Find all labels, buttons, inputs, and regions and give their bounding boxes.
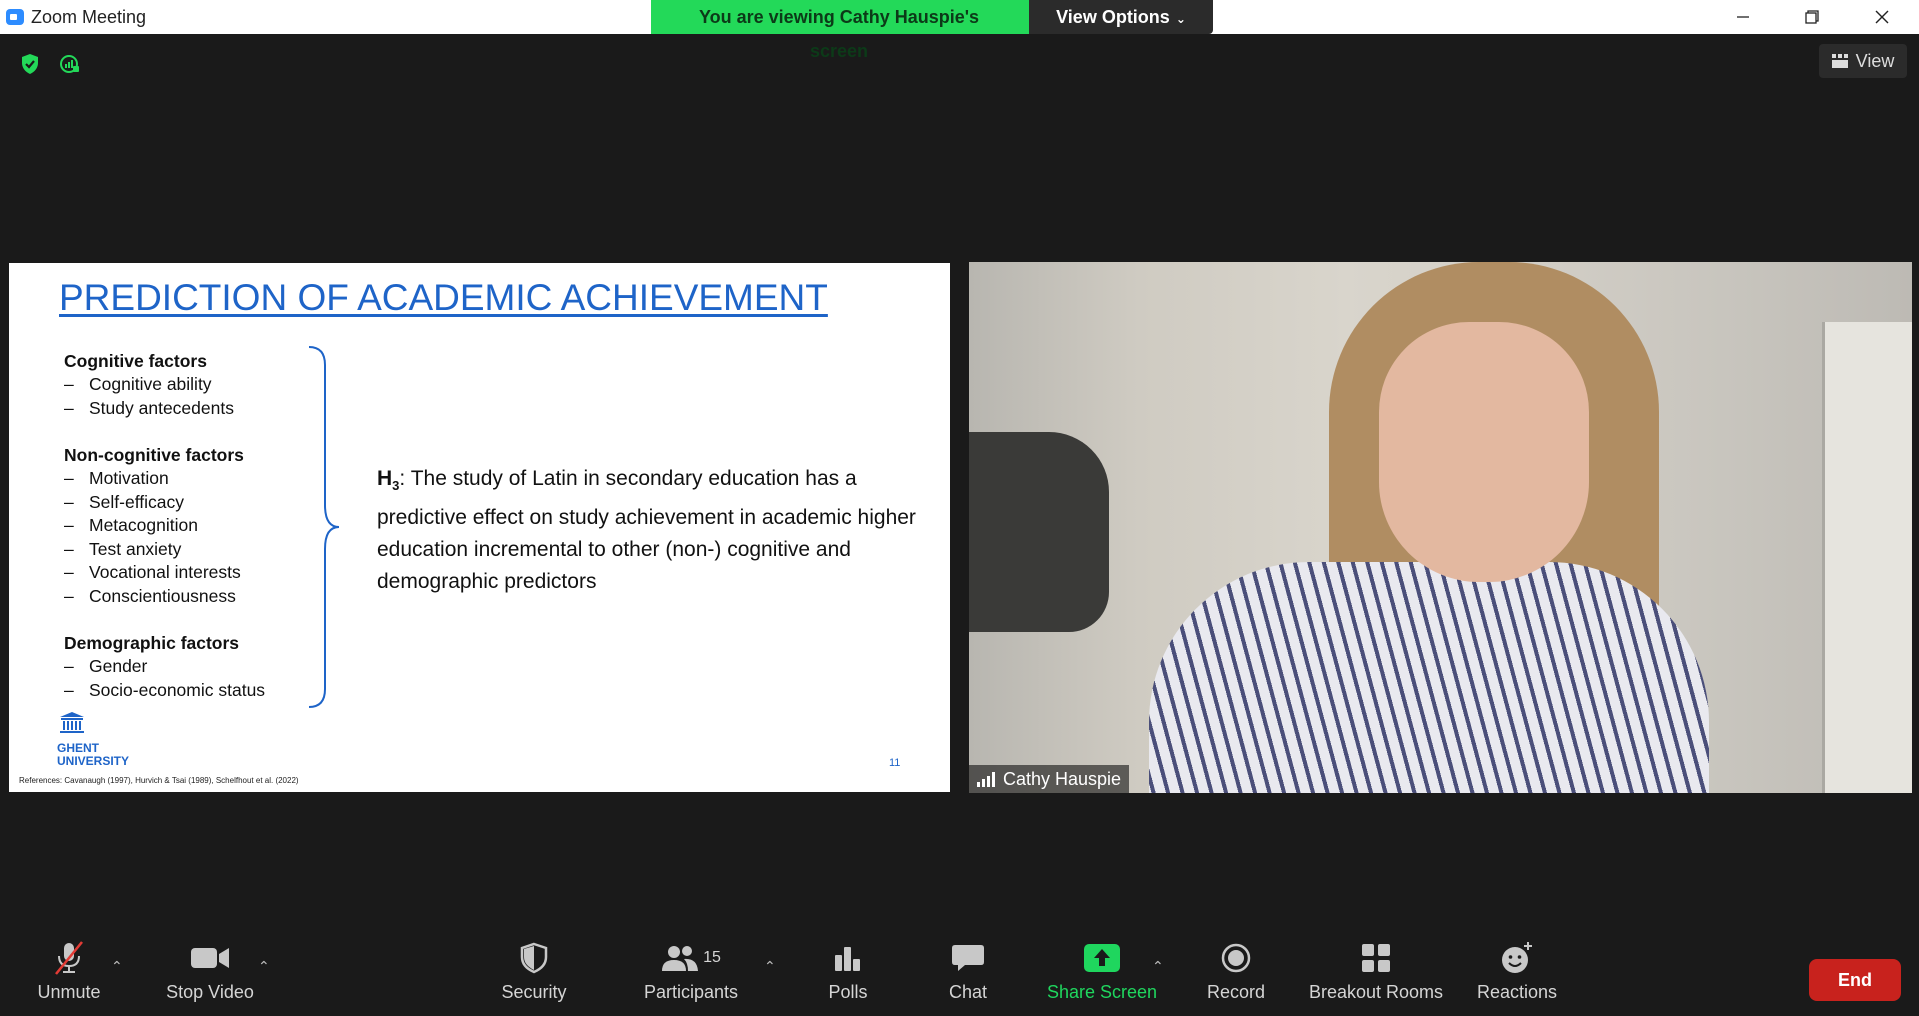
viewing-banner: You are viewing Cathy Hauspie's screen V… [651, 0, 1213, 61]
list-item: Metacognition [64, 514, 265, 538]
window-title: Zoom Meeting [31, 7, 147, 27]
logo-line-2: UNIVERSITY [57, 754, 130, 768]
slide-references: References: Cavanaugh (1997), Hurvich & … [19, 776, 299, 785]
share-screen-label: Share Screen [1046, 982, 1158, 1002]
participants-button[interactable]: 15 Participants [636, 936, 746, 1016]
list-item: Conscientiousness [64, 585, 265, 609]
polls-button[interactable]: Polls [808, 936, 888, 1016]
participants-count: 15 [703, 949, 721, 966]
end-meeting-button[interactable]: End [1809, 959, 1901, 1001]
list-item: Test anxiety [64, 538, 265, 562]
muted-microphone-icon [55, 941, 83, 975]
factor-group-cognitive: Cognitive factors Cognitive ability Stud… [64, 349, 265, 420]
participant-shirt [1149, 562, 1709, 793]
chat-label: Chat [948, 982, 988, 1002]
meeting-status-icons [18, 52, 82, 76]
close-icon [1875, 10, 1889, 24]
list-item: Motivation [64, 467, 265, 491]
connection-status-icon[interactable] [58, 52, 82, 76]
list-item: Self-efficacy [64, 491, 265, 515]
meeting-toolbar: Unmute ⌃ Stop Video ⌃ Security 15 Partic… [0, 936, 1919, 1016]
viewing-screen-notice: You are viewing Cathy Hauspie's screen [651, 0, 1029, 61]
shared-screen-slide: PREDICTION OF ACADEMIC ACHIEVEMENT Cogni… [9, 263, 950, 792]
minimize-icon [1737, 16, 1749, 18]
participants-options-caret-icon[interactable]: ⌃ [764, 958, 776, 975]
unmute-label: Unmute [37, 982, 101, 1002]
hypothesis-label: H [377, 467, 393, 490]
security-button[interactable]: Security [494, 936, 574, 1016]
list-item: Study antecedents [64, 397, 265, 421]
close-button[interactable] [1853, 0, 1911, 34]
participant-face [1379, 322, 1589, 582]
view-options-button[interactable]: View Options ⌄ [1029, 0, 1213, 34]
list-item: Gender [64, 655, 265, 679]
record-icon [1221, 943, 1251, 973]
share-options-caret-icon[interactable]: ⌃ [1152, 958, 1164, 975]
audio-options-caret-icon[interactable]: ⌃ [111, 958, 123, 975]
breakout-rooms-icon [1362, 944, 1390, 972]
record-label: Record [1206, 982, 1266, 1002]
encryption-shield-icon[interactable] [18, 52, 42, 76]
title-bar: Zoom Meeting You are viewing Cathy Hausp… [0, 0, 1919, 61]
video-options-caret-icon[interactable]: ⌃ [258, 958, 270, 975]
reactions-button[interactable]: Reactions [1470, 936, 1564, 1016]
video-camera-icon [191, 948, 229, 968]
view-label: View [1855, 50, 1895, 71]
reactions-label: Reactions [1476, 982, 1558, 1002]
list-item: Cognitive ability [64, 373, 265, 397]
view-layout-button[interactable]: View [1819, 44, 1907, 78]
polls-bar-chart-icon [835, 947, 860, 971]
factor-list: Cognitive factors Cognitive ability Stud… [64, 349, 265, 725]
share-screen-button[interactable]: Share Screen [1042, 936, 1162, 1016]
university-building-icon [60, 712, 84, 733]
video-background-chair [969, 432, 1109, 632]
polls-label: Polls [828, 982, 868, 1002]
participant-name-tag: Cathy Hauspie [969, 765, 1130, 793]
record-button[interactable]: Record [1196, 936, 1276, 1016]
group-title: Cognitive factors [64, 351, 207, 371]
grid-view-icon [1831, 54, 1848, 68]
chat-bubble-icon [952, 945, 984, 971]
chat-button[interactable]: Chat [928, 936, 1008, 1016]
end-label: End [1838, 969, 1872, 990]
breakout-rooms-label: Breakout Rooms [1308, 982, 1444, 1002]
video-background-door [1822, 322, 1912, 793]
signal-strength-icon [977, 771, 995, 787]
security-label: Security [501, 982, 567, 1002]
factor-group-demographic: Demographic factors Gender Socio-economi… [64, 631, 265, 702]
zoom-logo-icon [6, 9, 24, 25]
group-title: Demographic factors [64, 633, 240, 653]
reactions-emoji-icon [1502, 942, 1532, 973]
group-title: Non-cognitive factors [64, 445, 244, 465]
restore-icon [1805, 10, 1819, 24]
restore-button[interactable] [1783, 0, 1841, 34]
hypothesis-text: H3: The study of Latin in secondary educ… [377, 463, 947, 598]
view-options-label: View Options [1056, 7, 1170, 27]
stop-video-button[interactable]: Stop Video [160, 936, 260, 1016]
participant-name: Cathy Hauspie [1003, 768, 1122, 789]
ghent-university-logo: GHENT UNIVERSITY [57, 711, 130, 768]
factor-group-non-cognitive: Non-cognitive factors Motivation Self-ef… [64, 443, 265, 608]
unmute-button[interactable]: Unmute [28, 936, 110, 1016]
breakout-rooms-button[interactable]: Breakout Rooms [1306, 936, 1446, 1016]
minimize-button[interactable] [1714, 0, 1772, 34]
participants-label: Participants [643, 982, 739, 1002]
stop-video-label: Stop Video [166, 982, 254, 1002]
participant-video[interactable]: Cathy Hauspie [969, 262, 1912, 793]
share-screen-arrow-icon [1084, 944, 1120, 972]
list-item: Socio-economic status [64, 679, 265, 703]
chevron-down-icon: ⌄ [1175, 12, 1186, 26]
list-item: Vocational interests [64, 561, 265, 585]
curly-brace-icon [308, 346, 339, 708]
security-shield-icon [520, 942, 548, 974]
slide-title: PREDICTION OF ACADEMIC ACHIEVEMENT [59, 277, 828, 318]
hypothesis-body: : The study of Latin in secondary educat… [377, 467, 916, 594]
participants-icon [662, 946, 699, 971]
slide-page-number: 11 [889, 757, 901, 769]
